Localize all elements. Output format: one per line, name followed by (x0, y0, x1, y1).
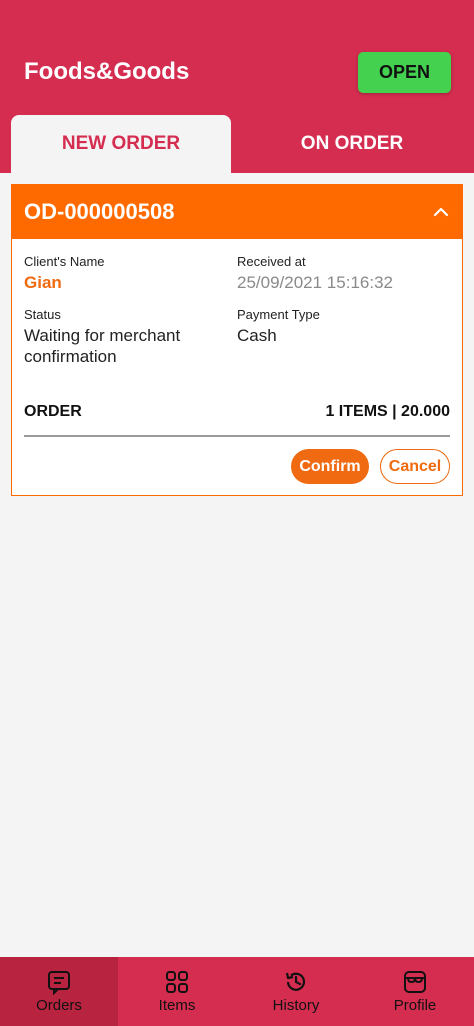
nav-item-orders[interactable]: Orders (0, 957, 118, 1026)
order-card-header[interactable]: OD-000000508 (12, 185, 462, 239)
payment-type: Cash (237, 326, 277, 345)
client-name: Gian (24, 273, 62, 292)
confirm-button[interactable]: Confirm (291, 449, 369, 484)
nav-item-profile[interactable]: Profile (356, 957, 474, 1026)
order-label: ORDER (24, 403, 82, 420)
payment-type-label: Payment Type (237, 307, 320, 322)
tab-on-order[interactable]: ON ORDER (242, 115, 462, 173)
divider (24, 435, 450, 437)
client-name-label: Client's Name (24, 254, 105, 269)
store-status-button[interactable]: OPEN (358, 52, 451, 93)
tab-new-order[interactable]: NEW ORDER (11, 115, 231, 173)
nav-item-history[interactable]: History (237, 957, 355, 1026)
nav-label-orders: Orders (36, 997, 82, 1014)
received-at-label: Received at (237, 254, 306, 269)
app-title: Foods&Goods (24, 58, 190, 85)
cancel-button[interactable]: Cancel (380, 449, 450, 484)
order-tabs: NEW ORDER ON ORDER (0, 115, 474, 173)
store-icon (404, 971, 426, 993)
nav-item-items[interactable]: Items (118, 957, 236, 1026)
bottom-nav: Orders Items History Profile (0, 957, 474, 1026)
nav-label-items: Items (158, 997, 196, 1014)
order-summary: 1 ITEMS | 20.000 (325, 403, 450, 420)
nav-label-profile: Profile (393, 997, 437, 1014)
app-header: Foods&Goods OPEN NEW ORDER ON ORDER (0, 0, 474, 173)
chevron-up-icon[interactable] (432, 203, 450, 221)
orders-icon (48, 971, 70, 995)
order-id: OD-000000508 (24, 199, 175, 224)
order-status: Waiting for merchant confirmation (24, 326, 181, 366)
history-icon (285, 972, 306, 991)
grid-icon (166, 971, 188, 993)
received-at: 25/09/2021 15:16:32 (237, 273, 393, 292)
status-label: Status (24, 307, 61, 322)
order-card: OD-000000508 Client's Name Gian Received… (11, 184, 463, 496)
nav-label-history: History (272, 997, 320, 1014)
